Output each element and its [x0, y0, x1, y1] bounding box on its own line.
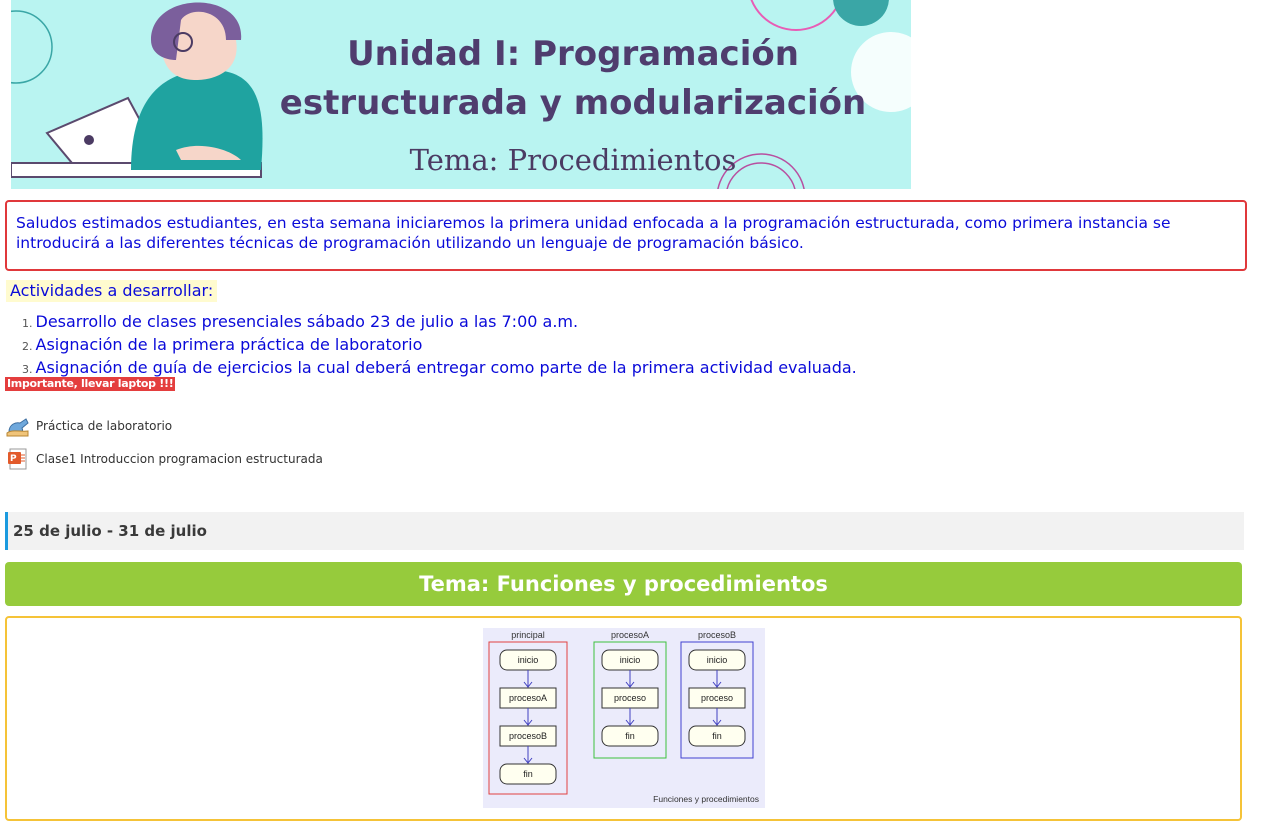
- banner-subtitle: Tema: Procedimientos: [409, 143, 737, 177]
- diagram-node-label: fin: [625, 731, 635, 741]
- resource-link-lab-practice[interactable]: Práctica de laboratorio: [6, 414, 172, 438]
- diagram-node-label: inicio: [620, 655, 641, 665]
- week-label: 25 de julio - 31 de julio: [13, 522, 207, 540]
- resource-link-class1-slides[interactable]: P Clase1 Introduccion programacion estru…: [6, 447, 323, 471]
- powerpoint-icon: P: [6, 447, 30, 471]
- list-item-text: Asignación de la primera práctica de lab…: [35, 335, 423, 354]
- list-item-text: Asignación de guía de ejercicios la cual…: [35, 358, 857, 377]
- activities-list: 1. Desarrollo de clases presenciales sába…: [22, 311, 857, 380]
- intro-text: Saludos estimados estudiantes, en esta s…: [16, 214, 1171, 252]
- diagram-node-label: procesoB: [509, 731, 547, 741]
- banner-title-line2: estructurada y modularización: [279, 83, 867, 123]
- list-item-number: 3.: [22, 363, 33, 376]
- diagram-container: principal inicio procesoA procesoB fin proces…: [5, 616, 1242, 821]
- list-item-number: 1.: [22, 317, 33, 330]
- topic-title-bar: Tema: Funciones y procedimientos: [5, 562, 1242, 606]
- important-notice: Importante, llevar laptop !!!: [5, 377, 176, 391]
- list-item: 1. Desarrollo de clases presenciales sába…: [22, 311, 857, 334]
- list-item: 2. Asignación de la primera práctica de l…: [22, 334, 857, 357]
- diagram-node-label: fin: [523, 769, 533, 779]
- functions-procedures-diagram: principal inicio procesoA procesoB fin proces…: [483, 628, 765, 808]
- diagram-node-label: fin: [712, 731, 722, 741]
- diagram-column-title: principal: [511, 630, 545, 640]
- resource-label[interactable]: Práctica de laboratorio: [36, 419, 172, 433]
- list-item-text: Desarrollo de clases presenciales sábado…: [35, 312, 579, 331]
- diagram-node-label: procesoA: [509, 693, 547, 703]
- intro-message-box: Saludos estimados estudiantes, en esta s…: [5, 200, 1247, 271]
- week-section-header[interactable]: 25 de julio - 31 de julio: [5, 512, 1244, 550]
- diagram-node-label: inicio: [707, 655, 728, 665]
- topic-title: Tema: Funciones y procedimientos: [419, 572, 828, 596]
- diagram-column-title: procesoA: [611, 630, 649, 640]
- svg-text:P: P: [10, 454, 17, 464]
- diagram-column-title: procesoB: [698, 630, 736, 640]
- activities-heading: Actividades a desarrollar:: [6, 280, 218, 302]
- banner-title-line1: Unidad I: Programación: [347, 34, 799, 74]
- resource-label[interactable]: Clase1 Introduccion programacion estruct…: [36, 452, 323, 466]
- diagram-node-label: proceso: [701, 693, 733, 703]
- diagram-node-label: inicio: [518, 655, 539, 665]
- list-item-number: 2.: [22, 340, 33, 353]
- diagram-caption: Funciones y procedimientos: [653, 794, 759, 804]
- assignment-icon: [6, 414, 30, 438]
- diagram-node-label: proceso: [614, 693, 646, 703]
- unit-banner-image: Unidad I: Programación estructurada y mo…: [11, 0, 911, 189]
